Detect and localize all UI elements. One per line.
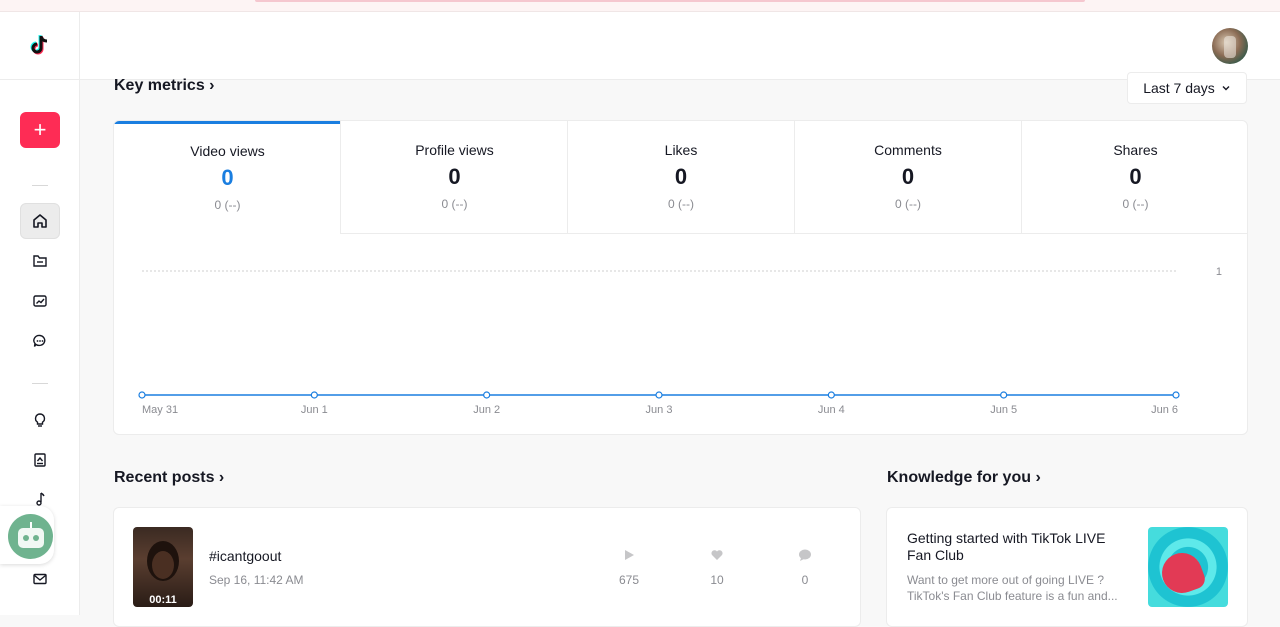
knowledge-thumbnail[interactable]	[1148, 527, 1228, 607]
post-title[interactable]: #icantgoout	[209, 548, 281, 564]
banner-pill	[255, 0, 1085, 2]
sidebar-item-feedback[interactable]	[20, 561, 60, 597]
sidebar-item-inspiration[interactable]	[20, 402, 60, 438]
metric-change: 0 (--)	[441, 197, 468, 211]
metric-value: 0	[448, 164, 461, 189]
metric-label: Profile views	[415, 142, 494, 158]
metric-change: 0 (--)	[668, 197, 694, 211]
tab-profile-views[interactable]: Profile views 0 0 (--)	[340, 121, 568, 234]
home-icon	[33, 214, 47, 228]
x-tick-label: Jun 6	[1151, 404, 1178, 416]
data-point[interactable]	[483, 391, 491, 399]
comment-icon	[33, 334, 46, 347]
key-metrics-title-text: Key metrics	[114, 77, 205, 94]
post-thumbnail[interactable]: 00:11	[133, 527, 193, 607]
metric-change: 0 (--)	[214, 198, 241, 212]
data-point[interactable]	[138, 391, 146, 399]
data-point[interactable]	[827, 391, 835, 399]
period-dropdown[interactable]: Last 7 days	[1127, 72, 1247, 104]
y-tick-label: 1	[1216, 266, 1222, 278]
sidebar-item-comments[interactable]	[20, 323, 60, 359]
sidebar-item-academy[interactable]	[20, 442, 60, 478]
recent-posts-title[interactable]: Recent posts ›	[114, 469, 224, 487]
knowledge-item-title[interactable]: Getting started with TikTok LIVE Fan Clu…	[907, 530, 1132, 564]
tab-likes[interactable]: Likes 0 0 (--)	[567, 121, 794, 234]
post-date: Sep 16, 11:42 AM	[209, 573, 304, 587]
post-views-count: 675	[618, 573, 640, 587]
x-tick-label: Jun 1	[301, 404, 328, 416]
post-comments-stat: 0	[785, 548, 825, 587]
metric-value: 0	[221, 165, 234, 190]
metric-label: Shares	[1113, 142, 1158, 158]
lightbulb-icon	[34, 413, 46, 427]
x-tick-label: Jun 2	[473, 404, 500, 416]
post-comments-count: 0	[801, 573, 809, 587]
metric-label: Likes	[664, 142, 698, 158]
x-tick-label: Jun 5	[990, 404, 1017, 416]
sidebar-item-home[interactable]	[20, 203, 60, 239]
mail-icon	[33, 573, 47, 585]
metric-label: Comments	[874, 142, 942, 158]
tiktok-logo-icon[interactable]	[27, 32, 53, 58]
book-icon	[34, 453, 46, 467]
sidebar-item-posts[interactable]	[20, 243, 60, 279]
tab-video-views[interactable]: Video views 0 0 (--)	[114, 121, 341, 234]
period-label: Last 7 days	[1143, 80, 1215, 96]
knowledge-card[interactable]: Getting started with TikTok LIVE Fan Clu…	[886, 507, 1248, 627]
play-icon	[625, 550, 634, 560]
sidebar-divider	[32, 185, 48, 186]
tab-comments[interactable]: Comments 0 0 (--)	[794, 121, 1021, 234]
post-likes-count: 10	[710, 573, 724, 587]
sidebar-header-divider	[0, 79, 80, 80]
data-point[interactable]	[1000, 391, 1008, 399]
data-point[interactable]	[655, 391, 663, 399]
analytics-icon	[33, 295, 47, 307]
heart-icon	[711, 550, 723, 560]
video-views-chart: 1 May 31 Jun 1 Jun 2 Jun 3 Jun 4 Jun 5 Jun 6	[138, 266, 1222, 416]
knowledge-title-text: Knowledge for you	[887, 469, 1031, 486]
knowledge-title[interactable]: Knowledge for you ›	[887, 469, 1041, 487]
x-tick-label: Jun 3	[646, 404, 673, 416]
metric-value: 0	[1129, 164, 1142, 189]
tab-shares[interactable]: Shares 0 0 (--)	[1021, 121, 1247, 234]
metric-value: 0	[674, 164, 688, 189]
x-tick-label: May 31	[142, 404, 178, 416]
chevron-right-icon: ›	[1035, 469, 1041, 486]
music-icon	[36, 492, 45, 506]
top-banner	[0, 0, 1280, 12]
assistant-bot-button[interactable]	[0, 506, 54, 564]
chevron-right-icon: ›	[218, 469, 225, 486]
post-likes-stat: 10	[697, 548, 737, 587]
robot-icon	[8, 514, 53, 559]
metric-value: 0	[901, 164, 915, 189]
x-tick-label: Jun 4	[818, 404, 845, 416]
recent-posts-title-text: Recent posts	[114, 469, 215, 486]
data-point[interactable]	[310, 391, 318, 399]
data-point[interactable]	[1172, 391, 1180, 399]
key-metrics-title[interactable]: Key metrics ›	[114, 77, 215, 95]
user-avatar[interactable]	[1212, 28, 1248, 64]
comment-icon	[799, 549, 811, 561]
post-views-stat: 675	[609, 548, 649, 587]
metric-change: 0 (--)	[1122, 197, 1149, 211]
metric-change: 0 (--)	[895, 197, 921, 211]
key-metrics-card: Video views 0 0 (--) Profile views 0 0 (…	[113, 120, 1248, 435]
post-duration: 00:11	[149, 594, 177, 606]
recent-posts-card: 00:11 #icantgoout Sep 16, 11:42 AM 675 1…	[113, 507, 861, 627]
metric-label: Video views	[190, 143, 265, 159]
top-header	[80, 12, 1280, 80]
chevron-down-icon	[1222, 86, 1230, 91]
sidebar-divider	[32, 383, 48, 384]
chevron-right-icon: ›	[209, 77, 215, 94]
upload-button[interactable]: +	[20, 112, 60, 148]
folder-icon	[33, 255, 47, 267]
knowledge-item-desc: Want to get more out of going LIVE ? Tik…	[907, 573, 1118, 603]
heart-illustration	[1156, 547, 1208, 599]
sidebar-item-analytics[interactable]	[20, 283, 60, 319]
